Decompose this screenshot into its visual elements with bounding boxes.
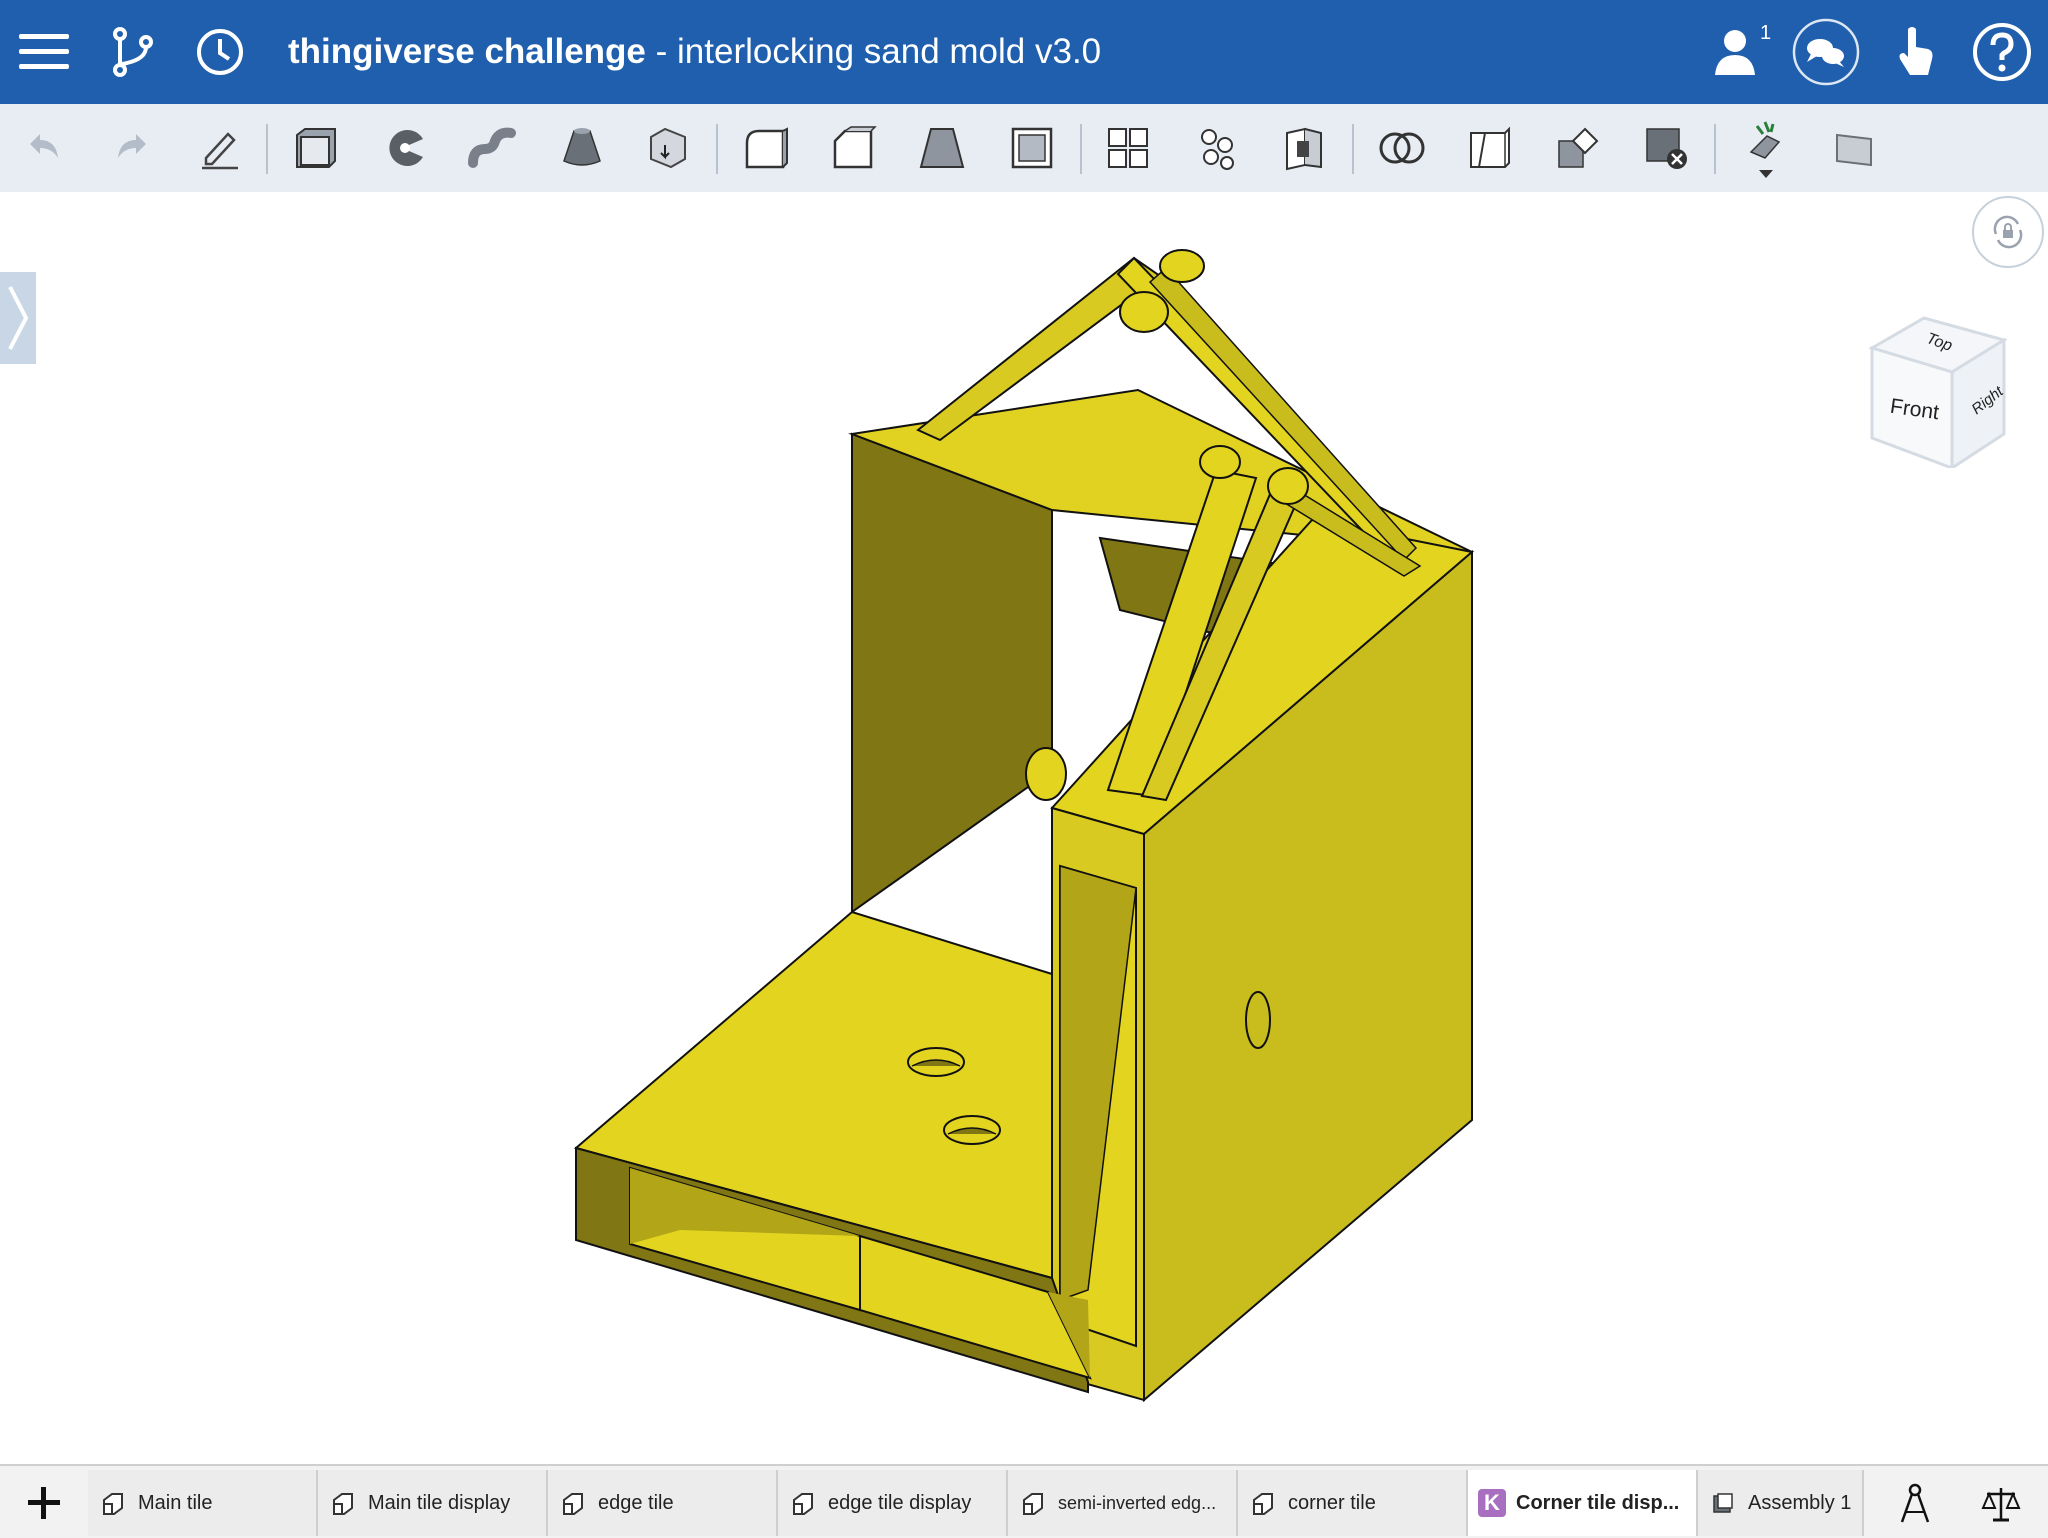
balance-scale-icon — [1981, 1488, 2021, 1522]
part-studio-icon — [1023, 1493, 1043, 1515]
history-clock-icon[interactable] — [184, 16, 256, 88]
comments-icon[interactable] — [1790, 16, 1862, 88]
pin-mid-2 — [1267, 467, 1309, 505]
toolbar-separator — [266, 124, 268, 174]
tab-label: corner tile — [1288, 1491, 1376, 1514]
pin-top — [1159, 249, 1205, 283]
part-studio-icon — [1253, 1493, 1273, 1515]
split-icon[interactable] — [1460, 118, 1520, 178]
side-hole — [1245, 991, 1271, 1049]
rotate-lock-icon — [1993, 215, 2023, 249]
part-studio-icon — [333, 1493, 353, 1515]
compass-icon — [1900, 1483, 1930, 1523]
tab-edge-tile-display[interactable]: edge tile display — [778, 1470, 1008, 1536]
chevron-right-icon — [8, 286, 29, 350]
tab-label: Corner tile disp... — [1516, 1491, 1680, 1514]
feature-toolbar — [0, 104, 2048, 192]
custom-feature-icon[interactable] — [1736, 118, 1796, 178]
mass-properties-button[interactable] — [1966, 1474, 2036, 1534]
revolve-icon[interactable] — [376, 118, 436, 178]
title-bar: thingiverse challenge - interlocking san… — [0, 0, 2048, 104]
pin-mid-1 — [1199, 445, 1241, 479]
tab-label: Main tile — [138, 1491, 213, 1514]
plane-icon[interactable] — [1824, 118, 1884, 178]
redo-icon[interactable] — [102, 118, 162, 178]
sketch-tools-button[interactable] — [1880, 1474, 1950, 1534]
part-studio-icon — [793, 1493, 813, 1515]
undo-icon[interactable] — [14, 118, 74, 178]
part-studio-icon — [103, 1493, 123, 1515]
tab-main-tile-display[interactable]: Main tile display — [318, 1470, 548, 1536]
rotate-lock-button[interactable] — [1972, 196, 2044, 268]
toolbar-separator — [1080, 124, 1082, 174]
feature-panel-toggle[interactable] — [0, 272, 36, 364]
user-count-badge: 1 — [1760, 22, 1772, 44]
tab-corner-tile[interactable]: corner tile — [1238, 1470, 1468, 1536]
plus-icon — [28, 1487, 60, 1519]
transform-icon[interactable] — [1548, 118, 1608, 178]
pattern-icon[interactable] — [1098, 118, 1158, 178]
document-name: interlocking sand mold v3.0 — [677, 32, 1102, 71]
draft-icon[interactable] — [912, 118, 972, 178]
tab-edge-tile[interactable]: edge tile — [548, 1470, 778, 1536]
toolbar-separator — [1714, 124, 1716, 174]
boolean-icon[interactable] — [1372, 118, 1432, 178]
document-title: thingiverse challenge - interlocking san… — [288, 28, 1101, 76]
shell-icon[interactable] — [1002, 118, 1062, 178]
tab-label: Assembly 1 — [1748, 1491, 1852, 1514]
sweep-icon[interactable] — [462, 118, 522, 178]
part-studio-icon — [563, 1493, 583, 1515]
title-separator: - — [645, 32, 678, 71]
extrude-icon[interactable] — [286, 118, 346, 178]
delete-face-icon[interactable] — [1274, 118, 1334, 178]
tab-label: Main tile display — [368, 1491, 511, 1514]
tab-assembly-1[interactable]: Assembly 1 — [1698, 1470, 1864, 1536]
back-wall-front-face — [851, 432, 1053, 914]
toolbar-separator — [1352, 124, 1354, 174]
version-branch-icon[interactable] — [96, 16, 168, 88]
tab-label: edge tile — [598, 1491, 674, 1514]
add-tab-button[interactable] — [0, 1470, 88, 1536]
document-tab-bar: Main tile Main tile display edge tile ed… — [0, 1464, 2048, 1538]
user-icon[interactable]: 1 — [1704, 16, 1776, 88]
loft-icon[interactable] — [552, 118, 612, 178]
tab-label: edge tile display — [828, 1491, 972, 1514]
assembly-icon — [1713, 1493, 1733, 1513]
tab-main-tile[interactable]: Main tile — [88, 1470, 318, 1536]
kinematics-badge: K — [1478, 1489, 1506, 1517]
sketch-icon[interactable] — [190, 118, 250, 178]
tab-label: semi-inverted edg... — [1058, 1492, 1217, 1513]
back-wall-hole — [1025, 747, 1067, 801]
project-name: thingiverse challenge — [288, 32, 646, 71]
help-icon[interactable] — [1966, 16, 2038, 88]
3d-viewport[interactable]: Top Front Right — [0, 192, 2048, 1464]
delete-part-icon[interactable] — [1636, 118, 1696, 178]
toolbar-separator — [716, 124, 718, 174]
tab-corner-tile-display[interactable]: K Corner tile disp... — [1468, 1470, 1698, 1536]
tab-semi-inverted-edge[interactable]: semi-inverted edg... — [1008, 1470, 1238, 1536]
touch-hand-icon[interactable] — [1880, 16, 1952, 88]
view-cube[interactable]: Top Front Right — [1864, 308, 2014, 468]
hamburger-menu-icon[interactable] — [8, 16, 80, 88]
pin-link — [1119, 291, 1169, 333]
mirror-icon[interactable] — [1188, 118, 1248, 178]
fillet-icon[interactable] — [736, 118, 796, 178]
chamfer-icon[interactable] — [824, 118, 884, 178]
part-model[interactable] — [0, 192, 2048, 1464]
thicken-icon[interactable] — [638, 118, 698, 178]
